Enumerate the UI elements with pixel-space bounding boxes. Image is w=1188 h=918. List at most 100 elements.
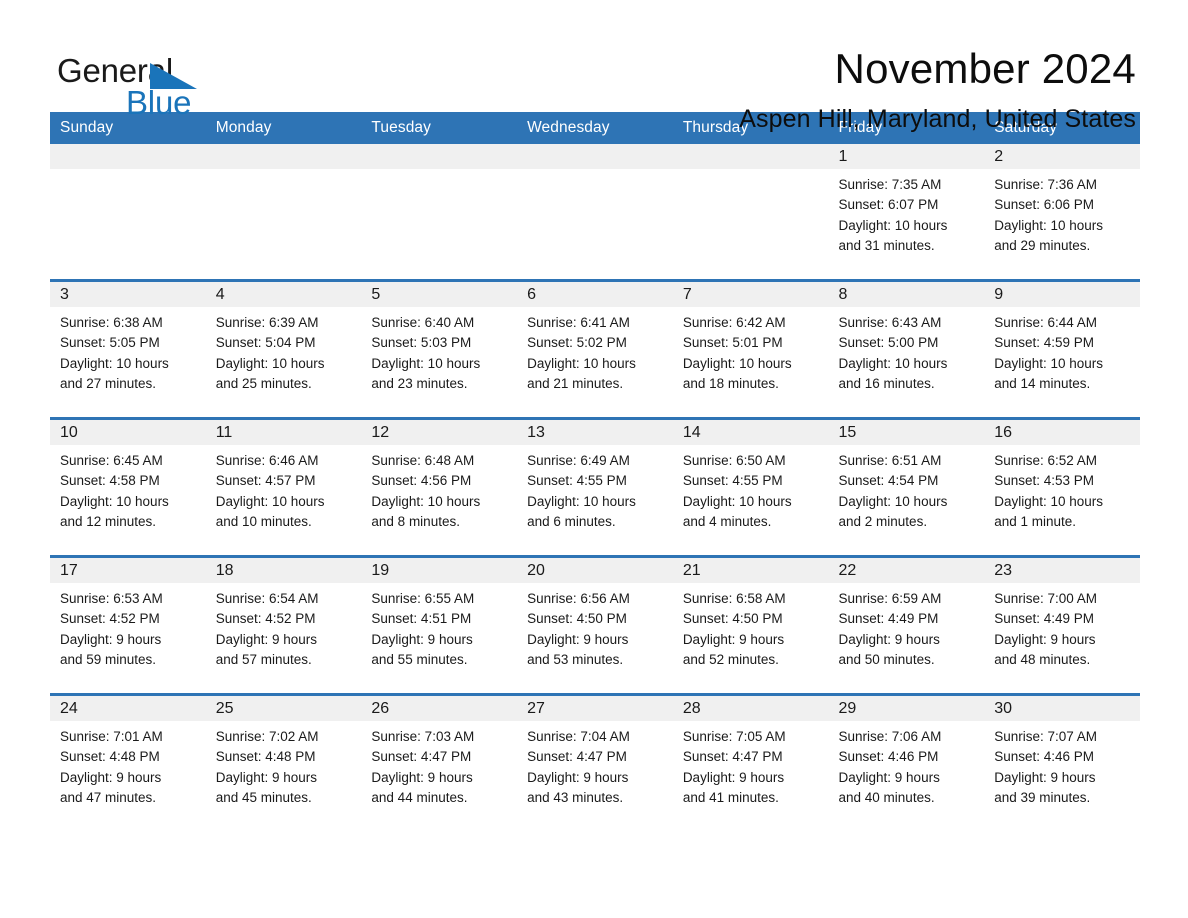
sunrise-text: Sunrise: 6:55 AM <box>371 591 475 606</box>
calendar-week-row: 3 Sunrise: 6:38 AM Sunset: 5:05 PM Daylight… <box>50 279 1140 419</box>
calendar-day-cell[interactable]: 1 Sunrise: 7:35 AM Sunset: 6:07 PM Daylight… <box>828 144 985 281</box>
calendar-day-cell[interactable]: 30 Sunrise: 7:07 AM Sunset: 4:46 PM Dayligh… <box>984 693 1140 831</box>
sunrise-text: Sunrise: 6:52 AM <box>994 453 1098 468</box>
sunrise-text: Sunrise: 6:50 AM <box>682 453 786 468</box>
daylight-text-line1: Daylight: 10 hours <box>994 493 1104 509</box>
daylight-text-line2: and 25 minutes. <box>215 375 312 391</box>
calendar-day-cell[interactable]: 14 Sunrise: 6:50 AM Sunset: 4:55 PM Dayligh… <box>672 417 829 557</box>
calendar-day-cell[interactable]: 8 Sunrise: 6:43 AM Sunset: 5:00 PM Daylight… <box>828 279 985 419</box>
calendar-body: 1 Sunrise: 7:35 AM Sunset: 6:07 PM Daylight… <box>50 144 1140 831</box>
sunrise-text: Sunrise: 7:02 AM <box>215 729 319 744</box>
calendar-day-cell[interactable]: 9 Sunrise: 6:44 AM Sunset: 4:59 PM Daylight… <box>984 279 1140 419</box>
sunset-text: Sunset: 4:55 PM <box>682 473 783 489</box>
calendar-day-cell-empty <box>672 144 829 281</box>
calendar-day-cell[interactable]: 11 Sunrise: 6:46 AM Sunset: 4:57 PM Dayligh… <box>205 417 362 557</box>
daylight-text-line1: Daylight: 10 hours <box>215 493 325 509</box>
day-number <box>361 144 518 169</box>
daylight-text-line1: Daylight: 9 hours <box>371 769 473 785</box>
daylight-text-line1: Daylight: 10 hours <box>527 355 636 371</box>
day-number: 11 <box>205 420 362 445</box>
calendar-day-cell[interactable]: 19 Sunrise: 6:55 AM Sunset: 4:51 PM Dayligh… <box>361 555 518 695</box>
sunset-text: Sunset: 4:47 PM <box>371 749 472 765</box>
daylight-text-line2: and 23 minutes. <box>371 375 468 391</box>
calendar-day-cell[interactable]: 6 Sunrise: 6:41 AM Sunset: 5:02 PM Daylight… <box>517 279 673 419</box>
daylight-text-line2: and 48 minutes. <box>994 651 1091 667</box>
page-title: November 2024 <box>834 45 1136 92</box>
daylight-text-line1: Daylight: 9 hours <box>682 631 785 647</box>
calendar-day-cell[interactable]: 28 Sunrise: 7:05 AM Sunset: 4:47 PM Dayligh… <box>672 693 829 831</box>
daylight-text-line2: and 14 minutes. <box>994 375 1091 391</box>
day-details: Sunrise: 6:59 AM Sunset: 4:49 PM Daylight:… <box>829 583 985 670</box>
daylight-text-line2: and 53 minutes. <box>527 651 624 667</box>
daylight-text-line2: and 6 minutes. <box>527 513 616 529</box>
day-number: 21 <box>672 558 829 583</box>
day-details: Sunrise: 7:36 AM Sunset: 6:06 PM Daylight:… <box>984 169 1140 256</box>
calendar-day-cell[interactable]: 26 Sunrise: 7:03 AM Sunset: 4:47 PM Dayligh… <box>361 693 518 831</box>
day-details: Sunrise: 6:58 AM Sunset: 4:50 PM Daylight:… <box>673 583 829 670</box>
calendar-day-cell[interactable]: 5 Sunrise: 6:40 AM Sunset: 5:03 PM Daylight… <box>361 279 518 419</box>
day-details: Sunrise: 6:41 AM Sunset: 5:02 PM Daylight:… <box>517 307 673 394</box>
day-number: 14 <box>672 420 829 445</box>
sunset-text: Sunset: 4:57 PM <box>215 473 316 489</box>
sunrise-text: Sunrise: 6:45 AM <box>60 453 163 468</box>
calendar-day-cell[interactable]: 23 Sunrise: 7:00 AM Sunset: 4:49 PM Dayligh… <box>984 555 1140 695</box>
calendar-day-cell[interactable]: 4 Sunrise: 6:39 AM Sunset: 5:04 PM Daylight… <box>205 279 362 419</box>
day-number: 2 <box>984 144 1140 169</box>
calendar-day-cell[interactable]: 12 Sunrise: 6:48 AM Sunset: 4:56 PM Dayligh… <box>361 417 518 557</box>
day-number: 4 <box>205 282 362 307</box>
calendar-day-cell[interactable]: 20 Sunrise: 6:56 AM Sunset: 4:50 PM Dayligh… <box>517 555 673 695</box>
daylight-text-line1: Daylight: 9 hours <box>371 631 473 647</box>
calendar-day-cell[interactable]: 17 Sunrise: 6:53 AM Sunset: 4:52 PM Dayligh… <box>50 555 206 695</box>
sunset-text: Sunset: 4:46 PM <box>994 749 1095 765</box>
calendar-day-cell[interactable]: 18 Sunrise: 6:54 AM Sunset: 4:52 PM Dayligh… <box>205 555 362 695</box>
daylight-text-line1: Daylight: 10 hours <box>838 355 948 371</box>
day-number: 25 <box>205 696 362 721</box>
calendar-week-row: 1 Sunrise: 7:35 AM Sunset: 6:07 PM Daylight… <box>50 144 1140 281</box>
general-blue-logo[interactable]: General Blue <box>57 42 257 119</box>
daylight-text-line1: Daylight: 10 hours <box>838 493 948 509</box>
daylight-text-line1: Daylight: 10 hours <box>682 355 792 371</box>
calendar-day-cell[interactable]: 22 Sunrise: 6:59 AM Sunset: 4:49 PM Dayligh… <box>828 555 985 695</box>
daylight-text-line2: and 29 minutes. <box>994 237 1091 253</box>
daylight-text-line2: and 27 minutes. <box>60 375 157 391</box>
sunrise-text: Sunrise: 6:51 AM <box>838 453 942 468</box>
daylight-text-line1: Daylight: 10 hours <box>527 493 636 509</box>
daylight-text-line1: Daylight: 9 hours <box>60 631 162 647</box>
daylight-text-line1: Daylight: 9 hours <box>838 631 940 647</box>
day-details: Sunrise: 6:54 AM Sunset: 4:52 PM Daylight:… <box>206 583 362 670</box>
day-number: 22 <box>828 558 985 583</box>
daylight-text-line2: and 2 minutes. <box>838 513 928 529</box>
sunrise-text: Sunrise: 6:58 AM <box>682 591 786 606</box>
sunrise-text: Sunrise: 6:38 AM <box>60 315 163 330</box>
calendar-week-row: 24 Sunrise: 7:01 AM Sunset: 4:48 PM Dayligh… <box>50 693 1140 831</box>
calendar-day-cell[interactable]: 13 Sunrise: 6:49 AM Sunset: 4:55 PM Dayligh… <box>517 417 673 557</box>
calendar-day-cell[interactable]: 15 Sunrise: 6:51 AM Sunset: 4:54 PM Dayligh… <box>828 417 985 557</box>
day-number: 29 <box>828 696 985 721</box>
sunrise-text: Sunrise: 6:43 AM <box>838 315 942 330</box>
sunrise-text: Sunrise: 6:41 AM <box>527 315 630 330</box>
calendar-day-cell[interactable]: 16 Sunrise: 6:52 AM Sunset: 4:53 PM Dayligh… <box>984 417 1140 557</box>
calendar-day-cell[interactable]: 7 Sunrise: 6:42 AM Sunset: 5:01 PM Daylight… <box>672 279 829 419</box>
calendar-day-cell[interactable]: 21 Sunrise: 6:58 AM Sunset: 4:50 PM Dayligh… <box>672 555 829 695</box>
sunrise-text: Sunrise: 6:42 AM <box>682 315 786 330</box>
day-number: 20 <box>517 558 673 583</box>
calendar-table: Sunday Monday Tuesday Wednesday Thursday… <box>50 112 1140 831</box>
calendar-day-cell[interactable]: 10 Sunrise: 6:45 AM Sunset: 4:58 PM Dayligh… <box>50 417 206 557</box>
calendar-day-cell[interactable]: 27 Sunrise: 7:04 AM Sunset: 4:47 PM Dayligh… <box>517 693 673 831</box>
sunrise-text: Sunrise: 6:40 AM <box>371 315 475 330</box>
calendar-day-cell[interactable]: 3 Sunrise: 6:38 AM Sunset: 5:05 PM Daylight… <box>50 279 206 419</box>
sunrise-text: Sunrise: 6:49 AM <box>527 453 630 468</box>
calendar-day-cell[interactable]: 25 Sunrise: 7:02 AM Sunset: 4:48 PM Dayligh… <box>205 693 362 831</box>
calendar-day-cell[interactable]: 2 Sunrise: 7:36 AM Sunset: 6:06 PM Daylight… <box>984 144 1140 281</box>
location-subtitle: Aspen Hill, Maryland, United States <box>739 105 1136 133</box>
day-details: Sunrise: 7:06 AM Sunset: 4:46 PM Daylight:… <box>829 721 985 808</box>
daylight-text-line1: Daylight: 10 hours <box>838 217 948 233</box>
day-details: Sunrise: 7:03 AM Sunset: 4:47 PM Daylight:… <box>361 721 517 808</box>
day-details: Sunrise: 6:43 AM Sunset: 5:00 PM Daylight:… <box>829 307 985 394</box>
calendar-day-cell[interactable]: 24 Sunrise: 7:01 AM Sunset: 4:48 PM Dayligh… <box>50 693 206 831</box>
page-header: General Blue November 2024 Aspen Hill, M… <box>0 0 1188 133</box>
daylight-text-line1: Daylight: 10 hours <box>994 355 1104 371</box>
daylight-text-line2: and 50 minutes. <box>838 651 935 667</box>
daylight-text-line1: Daylight: 9 hours <box>215 769 318 785</box>
calendar-day-cell[interactable]: 29 Sunrise: 7:06 AM Sunset: 4:46 PM Dayligh… <box>828 693 985 831</box>
